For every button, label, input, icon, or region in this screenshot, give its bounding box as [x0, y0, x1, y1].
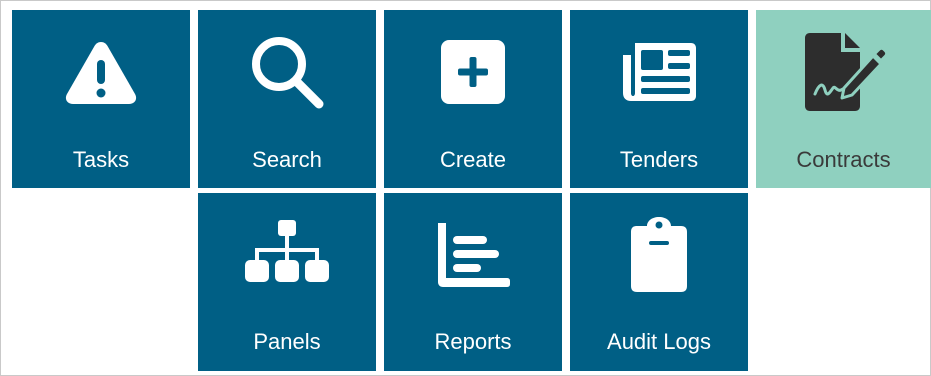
- tile-panels[interactable]: Panels: [198, 193, 376, 371]
- tile-label-reports: Reports: [434, 329, 512, 354]
- bar-chart-icon: [384, 215, 562, 295]
- warning-triangle-icon: [12, 32, 190, 112]
- search-icon: [198, 32, 376, 112]
- tile-tasks[interactable]: Tasks: [12, 10, 190, 188]
- tile-label-create: Create: [439, 147, 507, 172]
- newspaper-icon: [570, 32, 748, 112]
- plus-square-icon: [384, 32, 562, 112]
- tile-search[interactable]: Search: [198, 10, 376, 188]
- clipboard-icon: [570, 215, 748, 295]
- tile-label-search: Search: [252, 147, 322, 172]
- tile-tenders[interactable]: Tenders: [570, 10, 748, 188]
- tile-label-tenders: Tenders: [619, 147, 699, 172]
- sitemap-icon: [198, 215, 376, 295]
- tile-label-tasks: Tasks: [72, 147, 130, 172]
- tile-label-audit-logs: Audit Logs: [607, 329, 711, 354]
- tile-contracts[interactable]: Contracts: [756, 10, 931, 188]
- tile-label-contracts: Contracts: [796, 147, 891, 172]
- tile-audit-logs[interactable]: Audit Logs: [570, 193, 748, 371]
- file-signature-icon: [756, 32, 931, 112]
- tile-label-panels: Panels: [253, 329, 321, 354]
- menu-frame: Tasks Search Create Tenders Contracts Pa…: [0, 0, 931, 376]
- tile-create[interactable]: Create: [384, 10, 562, 188]
- tile-reports[interactable]: Reports: [384, 193, 562, 371]
